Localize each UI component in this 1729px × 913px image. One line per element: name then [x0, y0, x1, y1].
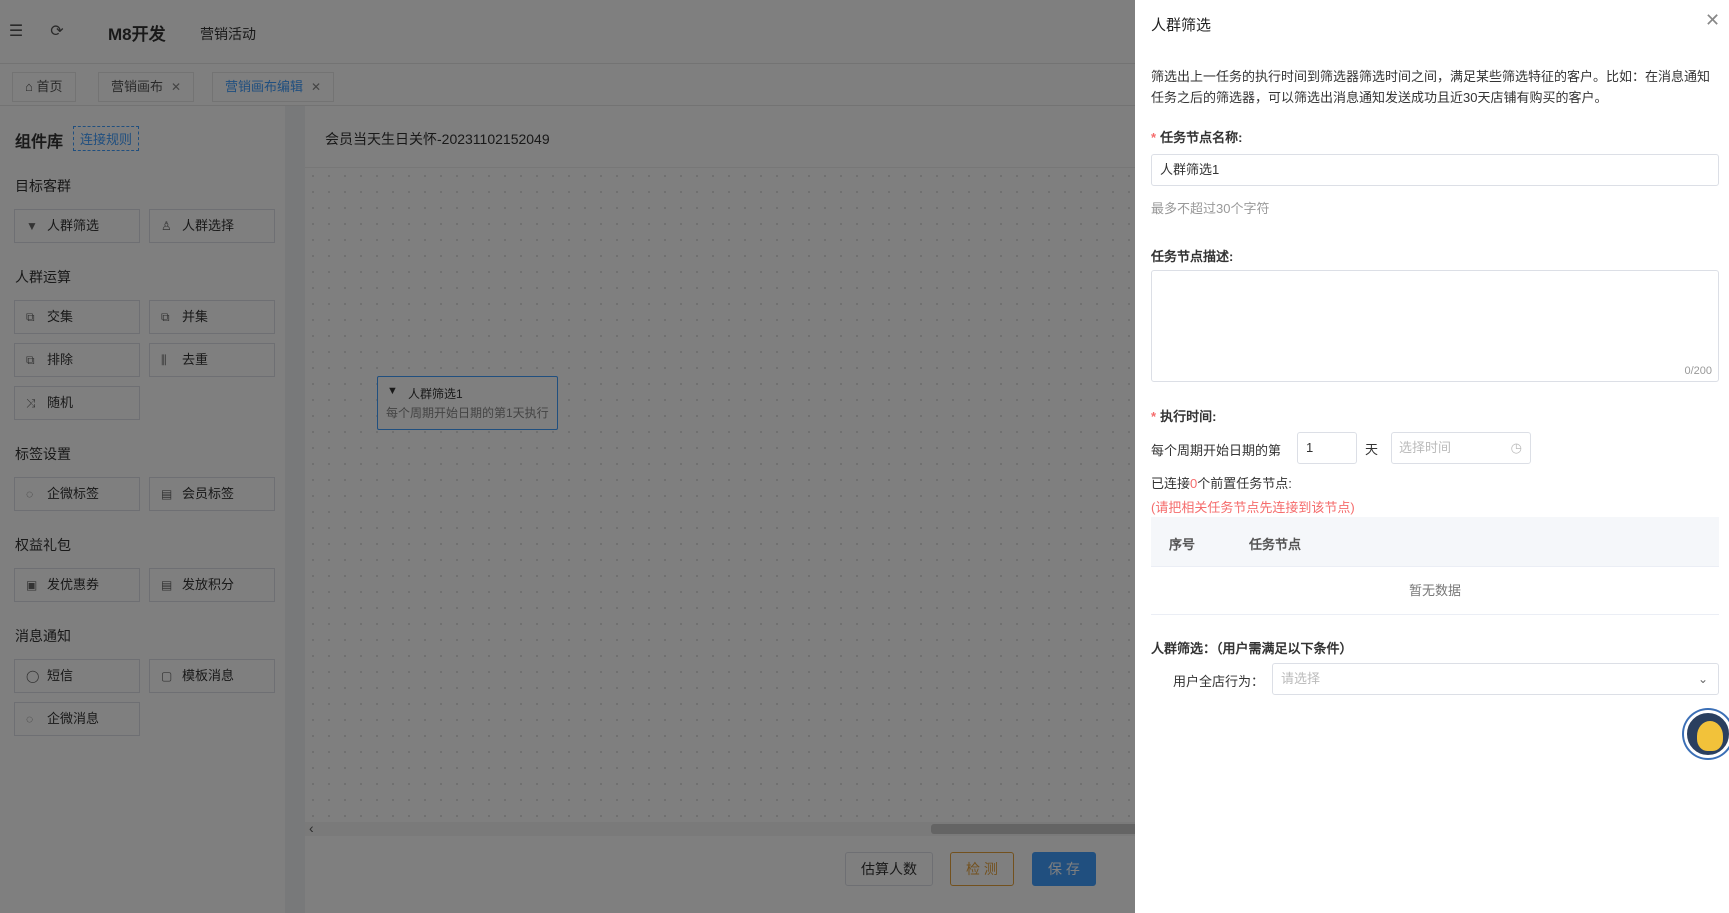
col-index: 序号: [1169, 537, 1196, 552]
crowd-behavior-label: 用户全店行为：: [1173, 674, 1265, 689]
crowd-filter-title: 人群筛选：（用户需满足以下条件）: [1151, 641, 1353, 656]
pre-task-table: 序号 任务节点 暂无数据: [1151, 517, 1719, 615]
assistant-avatar[interactable]: [1684, 710, 1729, 758]
table-empty: 暂无数据: [1151, 567, 1719, 615]
exec-prefix: 每个周期开始日期的第: [1151, 443, 1282, 458]
crowd-filter-drawer: 人群筛选 ✕ 筛选出上一任务的执行时间到筛选器筛选时间之间，满足某些筛选特征的客…: [1135, 0, 1729, 913]
desc-label: 任务节点描述:: [1151, 249, 1234, 264]
clock-icon: ◷: [1510, 440, 1522, 455]
col-task-node: 任务节点: [1249, 537, 1302, 552]
task-name-input[interactable]: 人群筛选1: [1151, 154, 1719, 186]
crowd-behavior-select[interactable]: 请选择 ⌄: [1272, 663, 1719, 695]
exec-label: * 执行时间:: [1151, 409, 1217, 424]
exec-day-input[interactable]: 1: [1297, 432, 1357, 464]
name-label: * 任务节点名称:: [1151, 130, 1243, 145]
close-icon[interactable]: ✕: [1705, 10, 1720, 31]
drawer-title: 人群筛选: [1151, 17, 1212, 34]
exec-unit: 天: [1365, 442, 1379, 457]
connected-count-text: 已连接0个前置任务节点:: [1151, 476, 1292, 491]
intro-text: 筛选出上一任务的执行时间到筛选器筛选时间之间，满足某些筛选特征的客户。比如：在消…: [1151, 69, 1711, 105]
task-desc-textarea[interactable]: 0/200: [1151, 270, 1719, 382]
char-count: 0/200: [1684, 365, 1712, 377]
time-picker[interactable]: 选择时间 ◷: [1391, 432, 1531, 464]
connection-warning: (请把相关任务节点先连接到该节点): [1151, 500, 1355, 515]
name-hint: 最多不超过30个字符: [1151, 201, 1270, 216]
crowd-behavior-row: 用户全店行为： 请选择 ⌄: [1173, 663, 1719, 695]
table-header: 序号 任务节点: [1151, 517, 1719, 567]
chevron-down-icon: ⌄: [1697, 672, 1708, 686]
